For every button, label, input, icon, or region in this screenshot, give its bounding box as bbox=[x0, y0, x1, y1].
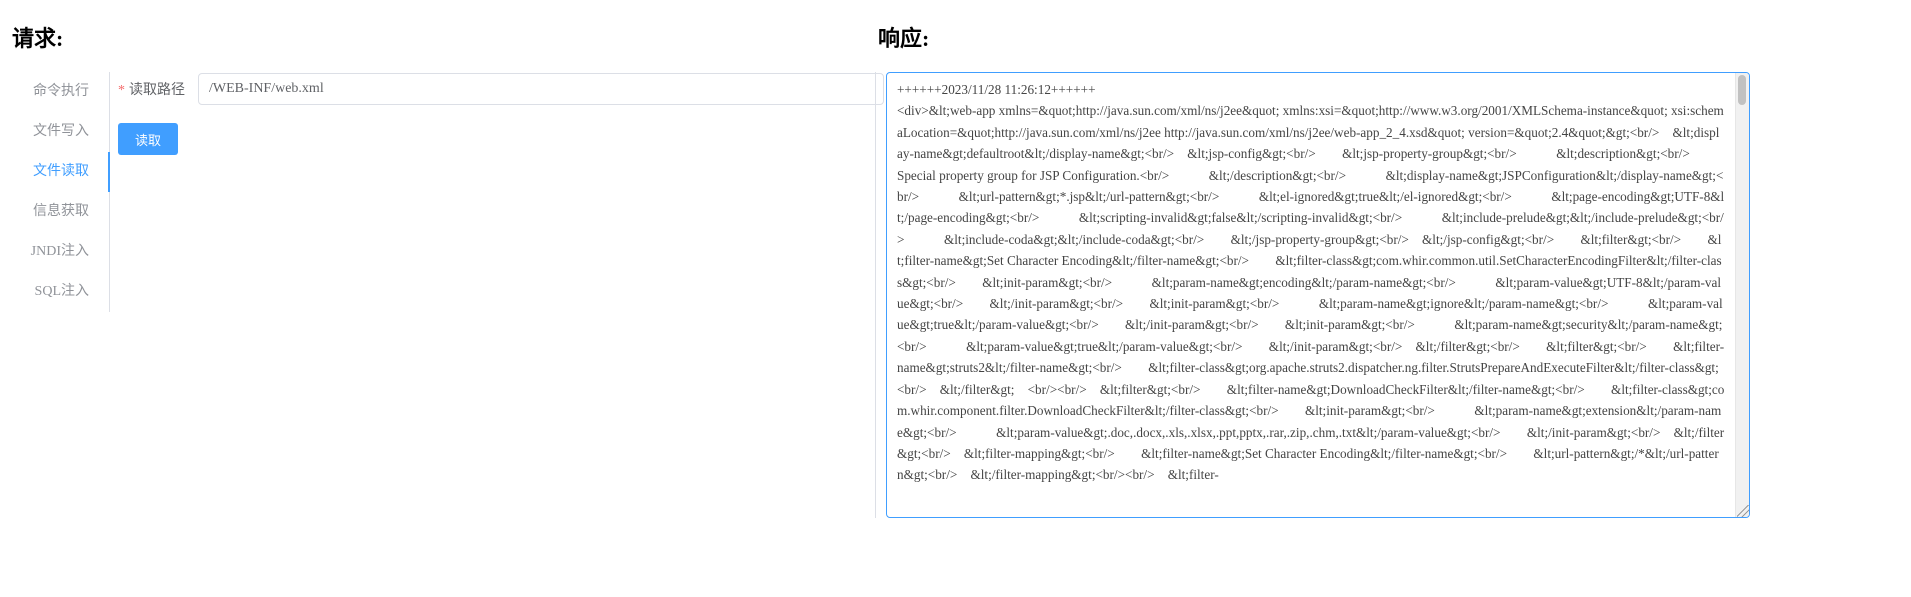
function-nav: 命令执行 文件写入 文件读取 信息获取 JNDI注入 SQL注入 bbox=[12, 72, 110, 312]
response-title: 响应: bbox=[878, 26, 930, 51]
response-scrollbar[interactable] bbox=[1735, 73, 1749, 517]
nav-item-jndi-injection[interactable]: JNDI注入 bbox=[12, 232, 109, 272]
read-path-row: * 读取路径 bbox=[118, 73, 198, 105]
scrollbar-thumb[interactable] bbox=[1738, 75, 1746, 105]
response-textarea[interactable]: ++++++2023/11/28 11:26:12++++++ <div>&lt… bbox=[886, 72, 1750, 518]
read-path-label: * 读取路径 bbox=[118, 79, 198, 99]
required-mark: * bbox=[118, 83, 125, 98]
read-path-input[interactable] bbox=[198, 73, 884, 105]
response-content: ++++++2023/11/28 11:26:12++++++ <div>&lt… bbox=[897, 82, 1725, 483]
nav-item-info-gather[interactable]: 信息获取 bbox=[12, 192, 109, 232]
read-button[interactable]: 读取 bbox=[118, 123, 178, 155]
nav-item-command-exec[interactable]: 命令执行 bbox=[12, 72, 109, 112]
nav-item-file-write[interactable]: 文件写入 bbox=[12, 112, 109, 152]
request-title: 请求: bbox=[12, 26, 64, 51]
panel-divider bbox=[875, 72, 876, 518]
resize-handle-icon[interactable] bbox=[1737, 505, 1749, 517]
nav-item-sql-injection[interactable]: SQL注入 bbox=[12, 272, 109, 312]
read-path-label-text: 读取路径 bbox=[129, 83, 185, 98]
nav-item-file-read[interactable]: 文件读取 bbox=[12, 152, 110, 192]
